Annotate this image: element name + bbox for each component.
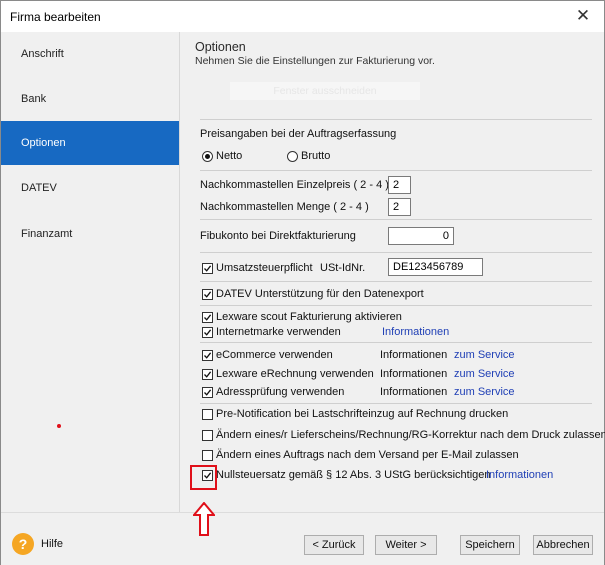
preisangaben-label: Preisangaben bei der Auftragserfassung (200, 128, 397, 140)
annotation-arrow-icon (193, 502, 215, 536)
einzelpreis-field[interactable]: 2 (388, 176, 411, 194)
umsatzsteuer-label: Umsatzsteuerpflicht (216, 262, 313, 274)
menge-field[interactable]: 2 (388, 198, 411, 216)
ustid-label: USt-IdNr. (320, 262, 366, 274)
aendern-auftrag-checkbox[interactable] (202, 450, 213, 461)
separator (200, 342, 592, 343)
window-title: Firma bearbeiten (10, 10, 101, 24)
separator (200, 119, 592, 120)
title-bar: Firma bearbeiten ✕ (1, 1, 604, 32)
ecommerce-checkbox[interactable] (202, 350, 213, 361)
nullsteuersatz-info-link[interactable]: Informationen (486, 469, 553, 481)
netto-radio[interactable] (202, 151, 213, 162)
scout-label: Lexware scout Fakturierung aktivieren (216, 311, 402, 323)
save-button[interactable]: Speichern (460, 535, 520, 555)
adresspruefung-checkbox[interactable] (202, 387, 213, 398)
brutto-label[interactable]: Brutto (301, 150, 330, 162)
help-icon[interactable]: ? (12, 533, 34, 555)
separator (200, 170, 592, 171)
sidebar-item-anschrift[interactable]: Anschrift (1, 32, 179, 76)
sidebar-item-optionen[interactable]: Optionen (1, 121, 179, 165)
aendern-auftrag-label: Ändern eines Auftrags nach dem Versand p… (216, 449, 519, 461)
datev-label: DATEV Unterstützung für den Datenexport (216, 288, 424, 300)
sidebar: Anschrift Bank Optionen DATEV Finanzamt (1, 32, 179, 512)
separator (200, 305, 592, 306)
aendern-lieferschein-checkbox[interactable] (202, 430, 213, 441)
scout-checkbox[interactable] (202, 312, 213, 323)
internetmarke-info-link[interactable]: Informationen (382, 326, 449, 338)
sidebar-item-datev[interactable]: DATEV (1, 166, 179, 210)
menge-label: Nachkommastellen Menge ( 2 - 4 ) (200, 201, 369, 213)
prenotification-label: Pre-Notification bei Lastschrifteinzug a… (216, 408, 509, 420)
footer-bar: ? Hilfe < Zurück Weiter > Speichern Abbr… (1, 512, 604, 565)
ghost-button: Fenster ausschneiden (230, 82, 420, 100)
prenotification-checkbox[interactable] (202, 409, 213, 420)
close-icon[interactable]: ✕ (572, 6, 594, 26)
erechnung-label: Lexware eRechnung verwenden (216, 368, 374, 380)
page-subtitle: Nehmen Sie die Einstellungen zur Fakturi… (195, 55, 435, 67)
dialog-window: Firma bearbeiten ✕ Anschrift Bank Option… (0, 0, 605, 565)
help-label[interactable]: Hilfe (41, 538, 63, 550)
annotation-highlight-box (190, 465, 217, 490)
erechnung-checkbox[interactable] (202, 369, 213, 380)
adresspruefung-label: Adressprüfung verwenden (216, 386, 345, 398)
erechnung-service-link[interactable]: zum Service (454, 368, 515, 380)
separator (200, 281, 592, 282)
sidebar-item-finanzamt[interactable]: Finanzamt (1, 212, 179, 256)
aendern-lieferschein-label: Ändern eines/r Lieferscheins/Rechnung/RG… (216, 429, 605, 441)
ustid-field[interactable]: DE123456789 (388, 258, 483, 276)
brutto-radio[interactable] (287, 151, 298, 162)
fibukonto-field[interactable]: 0 (388, 227, 454, 245)
erechnung-info: Informationen (380, 368, 448, 380)
nullsteuersatz-label: Nullsteuersatz gemäß § 12 Abs. 3 UStG be… (216, 469, 491, 481)
ecommerce-info: Informationen (380, 349, 448, 361)
page-title: Optionen (195, 40, 246, 54)
separator (200, 252, 592, 253)
umsatzsteuer-checkbox[interactable] (202, 263, 213, 274)
netto-label[interactable]: Netto (216, 150, 242, 162)
separator (200, 403, 592, 404)
cancel-button[interactable]: Abbrechen (533, 535, 593, 555)
back-button[interactable]: < Zurück (304, 535, 364, 555)
adresspruefung-service-link[interactable]: zum Service (454, 386, 515, 398)
internetmarke-checkbox[interactable] (202, 327, 213, 338)
sidebar-item-bank[interactable]: Bank (1, 77, 179, 121)
separator (200, 219, 592, 220)
options-panel: Optionen Nehmen Sie die Einstellungen zu… (180, 32, 605, 512)
einzelpreis-label: Nachkommastellen Einzelpreis ( 2 - 4 ) (200, 179, 389, 191)
adresspruefung-info: Informationen (380, 386, 448, 398)
annotation-dot (57, 424, 61, 428)
datev-checkbox[interactable] (202, 289, 213, 300)
next-button[interactable]: Weiter > (375, 535, 437, 555)
fibukonto-label: Fibukonto bei Direktfakturierung (200, 230, 356, 242)
ecommerce-label: eCommerce verwenden (216, 349, 333, 361)
ecommerce-service-link[interactable]: zum Service (454, 349, 515, 361)
internetmarke-label: Internetmarke verwenden (216, 326, 341, 338)
